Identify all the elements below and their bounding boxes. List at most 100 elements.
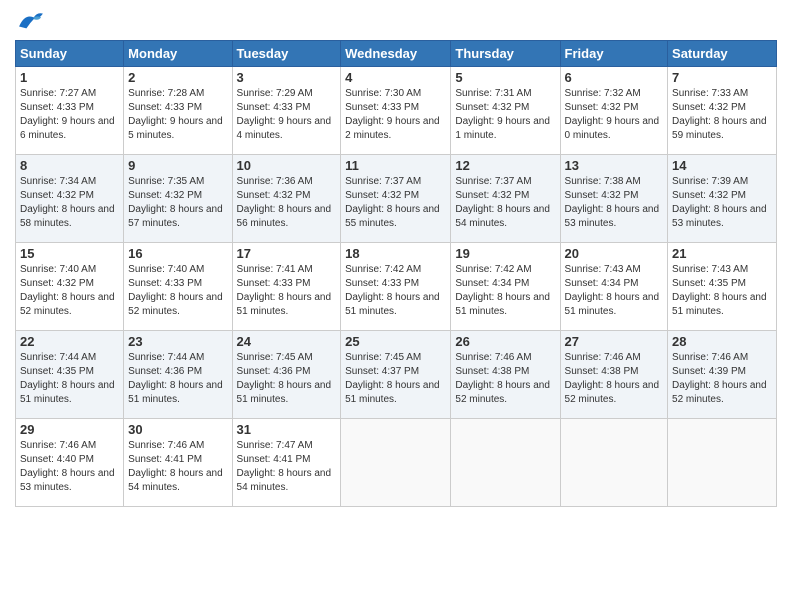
daylight-label: Daylight: 8 hours and 53 minutes. bbox=[672, 204, 767, 229]
daylight-label: Daylight: 8 hours and 52 minutes. bbox=[565, 380, 660, 405]
calendar-week-row: 22 Sunrise: 7:44 AM Sunset: 4:35 PM Dayl… bbox=[16, 331, 777, 419]
daylight-label: Daylight: 8 hours and 57 minutes. bbox=[128, 204, 223, 229]
sunrise-label: Sunrise: 7:46 AM bbox=[565, 352, 641, 363]
day-number: 18 bbox=[345, 246, 446, 261]
day-number: 19 bbox=[455, 246, 555, 261]
calendar-cell: 9 Sunrise: 7:35 AM Sunset: 4:32 PM Dayli… bbox=[124, 155, 232, 243]
sunset-label: Sunset: 4:40 PM bbox=[20, 454, 94, 465]
daylight-label: Daylight: 8 hours and 51 minutes. bbox=[128, 380, 223, 405]
sunset-label: Sunset: 4:36 PM bbox=[237, 366, 311, 377]
sunset-label: Sunset: 4:35 PM bbox=[20, 366, 94, 377]
day-info: Sunrise: 7:40 AM Sunset: 4:33 PM Dayligh… bbox=[128, 263, 227, 319]
calendar-cell: 16 Sunrise: 7:40 AM Sunset: 4:33 PM Dayl… bbox=[124, 243, 232, 331]
sunrise-label: Sunrise: 7:30 AM bbox=[345, 88, 421, 99]
calendar-cell: 19 Sunrise: 7:42 AM Sunset: 4:34 PM Dayl… bbox=[451, 243, 560, 331]
sunrise-label: Sunrise: 7:42 AM bbox=[345, 264, 421, 275]
day-info: Sunrise: 7:37 AM Sunset: 4:32 PM Dayligh… bbox=[345, 175, 446, 231]
sunset-label: Sunset: 4:32 PM bbox=[565, 190, 639, 201]
main-container: SundayMondayTuesdayWednesdayThursdayFrid… bbox=[0, 0, 792, 512]
day-info: Sunrise: 7:44 AM Sunset: 4:35 PM Dayligh… bbox=[20, 351, 119, 407]
daylight-label: Daylight: 8 hours and 53 minutes. bbox=[20, 468, 115, 493]
daylight-label: Daylight: 9 hours and 4 minutes. bbox=[237, 116, 332, 141]
day-info: Sunrise: 7:27 AM Sunset: 4:33 PM Dayligh… bbox=[20, 87, 119, 143]
sunrise-label: Sunrise: 7:45 AM bbox=[237, 352, 313, 363]
daylight-label: Daylight: 9 hours and 6 minutes. bbox=[20, 116, 115, 141]
day-number: 4 bbox=[345, 70, 446, 85]
sunset-label: Sunset: 4:32 PM bbox=[20, 190, 94, 201]
sunset-label: Sunset: 4:33 PM bbox=[128, 102, 202, 113]
calendar-cell: 4 Sunrise: 7:30 AM Sunset: 4:33 PM Dayli… bbox=[341, 67, 451, 155]
sunrise-label: Sunrise: 7:44 AM bbox=[128, 352, 204, 363]
calendar-cell: 14 Sunrise: 7:39 AM Sunset: 4:32 PM Dayl… bbox=[668, 155, 777, 243]
sunrise-label: Sunrise: 7:39 AM bbox=[672, 176, 748, 187]
calendar-cell: 22 Sunrise: 7:44 AM Sunset: 4:35 PM Dayl… bbox=[16, 331, 124, 419]
day-info: Sunrise: 7:42 AM Sunset: 4:33 PM Dayligh… bbox=[345, 263, 446, 319]
day-number: 15 bbox=[20, 246, 119, 261]
daylight-label: Daylight: 8 hours and 54 minutes. bbox=[128, 468, 223, 493]
calendar-cell: 30 Sunrise: 7:46 AM Sunset: 4:41 PM Dayl… bbox=[124, 419, 232, 507]
day-number: 6 bbox=[565, 70, 664, 85]
daylight-label: Daylight: 8 hours and 55 minutes. bbox=[345, 204, 440, 229]
daylight-label: Daylight: 9 hours and 5 minutes. bbox=[128, 116, 223, 141]
sunrise-label: Sunrise: 7:31 AM bbox=[455, 88, 531, 99]
calendar-cell: 27 Sunrise: 7:46 AM Sunset: 4:38 PM Dayl… bbox=[560, 331, 668, 419]
calendar-day-header: Tuesday bbox=[232, 41, 341, 67]
day-number: 3 bbox=[237, 70, 337, 85]
day-number: 23 bbox=[128, 334, 227, 349]
calendar-day-header: Saturday bbox=[668, 41, 777, 67]
sunset-label: Sunset: 4:32 PM bbox=[20, 278, 94, 289]
sunrise-label: Sunrise: 7:34 AM bbox=[20, 176, 96, 187]
sunrise-label: Sunrise: 7:47 AM bbox=[237, 440, 313, 451]
daylight-label: Daylight: 8 hours and 52 minutes. bbox=[455, 380, 550, 405]
calendar-header-row: SundayMondayTuesdayWednesdayThursdayFrid… bbox=[16, 41, 777, 67]
sunset-label: Sunset: 4:32 PM bbox=[455, 190, 529, 201]
calendar-cell: 7 Sunrise: 7:33 AM Sunset: 4:32 PM Dayli… bbox=[668, 67, 777, 155]
daylight-label: Daylight: 8 hours and 51 minutes. bbox=[20, 380, 115, 405]
daylight-label: Daylight: 8 hours and 52 minutes. bbox=[128, 292, 223, 317]
calendar-day-header: Thursday bbox=[451, 41, 560, 67]
sunset-label: Sunset: 4:38 PM bbox=[565, 366, 639, 377]
day-number: 29 bbox=[20, 422, 119, 437]
sunrise-label: Sunrise: 7:44 AM bbox=[20, 352, 96, 363]
daylight-label: Daylight: 8 hours and 51 minutes. bbox=[345, 292, 440, 317]
day-number: 24 bbox=[237, 334, 337, 349]
day-number: 22 bbox=[20, 334, 119, 349]
daylight-label: Daylight: 8 hours and 51 minutes. bbox=[345, 380, 440, 405]
sunrise-label: Sunrise: 7:38 AM bbox=[565, 176, 641, 187]
day-info: Sunrise: 7:34 AM Sunset: 4:32 PM Dayligh… bbox=[20, 175, 119, 231]
sunset-label: Sunset: 4:36 PM bbox=[128, 366, 202, 377]
sunrise-label: Sunrise: 7:27 AM bbox=[20, 88, 96, 99]
sunrise-label: Sunrise: 7:46 AM bbox=[20, 440, 96, 451]
sunset-label: Sunset: 4:32 PM bbox=[672, 190, 746, 201]
daylight-label: Daylight: 8 hours and 54 minutes. bbox=[455, 204, 550, 229]
day-number: 30 bbox=[128, 422, 227, 437]
calendar-cell bbox=[668, 419, 777, 507]
calendar-cell: 18 Sunrise: 7:42 AM Sunset: 4:33 PM Dayl… bbox=[341, 243, 451, 331]
day-number: 25 bbox=[345, 334, 446, 349]
sunrise-label: Sunrise: 7:28 AM bbox=[128, 88, 204, 99]
calendar-cell: 10 Sunrise: 7:36 AM Sunset: 4:32 PM Dayl… bbox=[232, 155, 341, 243]
daylight-label: Daylight: 8 hours and 51 minutes. bbox=[672, 292, 767, 317]
calendar-cell: 17 Sunrise: 7:41 AM Sunset: 4:33 PM Dayl… bbox=[232, 243, 341, 331]
calendar-cell: 13 Sunrise: 7:38 AM Sunset: 4:32 PM Dayl… bbox=[560, 155, 668, 243]
daylight-label: Daylight: 8 hours and 51 minutes. bbox=[237, 292, 332, 317]
calendar-week-row: 8 Sunrise: 7:34 AM Sunset: 4:32 PM Dayli… bbox=[16, 155, 777, 243]
calendar-day-header: Friday bbox=[560, 41, 668, 67]
calendar-cell bbox=[341, 419, 451, 507]
day-number: 1 bbox=[20, 70, 119, 85]
sunrise-label: Sunrise: 7:36 AM bbox=[237, 176, 313, 187]
sunset-label: Sunset: 4:32 PM bbox=[455, 102, 529, 113]
day-info: Sunrise: 7:38 AM Sunset: 4:32 PM Dayligh… bbox=[565, 175, 664, 231]
day-info: Sunrise: 7:28 AM Sunset: 4:33 PM Dayligh… bbox=[128, 87, 227, 143]
calendar-cell: 29 Sunrise: 7:46 AM Sunset: 4:40 PM Dayl… bbox=[16, 419, 124, 507]
sunset-label: Sunset: 4:38 PM bbox=[455, 366, 529, 377]
sunset-label: Sunset: 4:34 PM bbox=[565, 278, 639, 289]
calendar-cell: 3 Sunrise: 7:29 AM Sunset: 4:33 PM Dayli… bbox=[232, 67, 341, 155]
sunset-label: Sunset: 4:32 PM bbox=[237, 190, 311, 201]
day-info: Sunrise: 7:43 AM Sunset: 4:34 PM Dayligh… bbox=[565, 263, 664, 319]
sunset-label: Sunset: 4:33 PM bbox=[345, 278, 419, 289]
calendar-cell: 2 Sunrise: 7:28 AM Sunset: 4:33 PM Dayli… bbox=[124, 67, 232, 155]
day-number: 13 bbox=[565, 158, 664, 173]
header bbox=[15, 10, 777, 32]
calendar-week-row: 15 Sunrise: 7:40 AM Sunset: 4:32 PM Dayl… bbox=[16, 243, 777, 331]
